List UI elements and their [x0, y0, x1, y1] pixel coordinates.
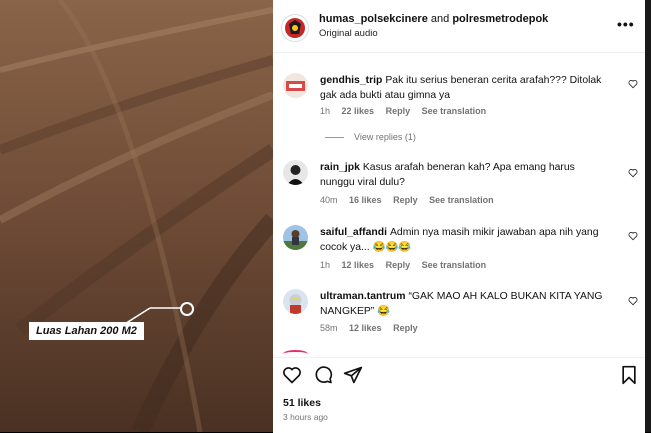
comment-username[interactable]: gendhis_trip: [320, 75, 382, 86]
reply-button[interactable]: Reply: [393, 323, 418, 333]
land-area-label: Luas Lahan 200 M2: [29, 322, 144, 340]
see-translation-link[interactable]: See translation: [422, 106, 487, 116]
like-heart-icon[interactable]: [628, 296, 638, 306]
comment-username[interactable]: rain_jpk: [320, 162, 360, 173]
comment-time: 1h: [320, 260, 331, 270]
reply-button[interactable]: Reply: [386, 106, 411, 116]
collab-username[interactable]: polresmetrodepok: [452, 13, 548, 25]
post-media[interactable]: Luas Lahan 200 M2: [0, 0, 273, 432]
share-icon[interactable]: [343, 365, 363, 385]
audio-label[interactable]: Original audio: [319, 28, 378, 39]
commenter-avatar[interactable]: [283, 73, 308, 98]
comment-text: saiful_affandi Admin nya masih mikir jawa…: [320, 225, 610, 255]
more-options-icon[interactable]: •••: [617, 16, 635, 32]
comment-username[interactable]: ultraman.tantrum: [320, 291, 405, 302]
commenter-avatar[interactable]: [283, 225, 308, 250]
view-replies-label: View replies (1): [354, 132, 416, 142]
commenter-avatar[interactable]: [283, 160, 308, 185]
soil-field-image: [0, 0, 273, 432]
comment-text: gendhis_trip Pak itu serius beneran cerit…: [320, 73, 610, 103]
comment-time: 40m: [320, 195, 338, 205]
comment-likes[interactable]: 22 likes: [342, 106, 375, 116]
comment-text: rain_jpk Kasus arafah beneran kah? Apa em…: [320, 160, 610, 190]
post-details-panel: humas_polsekcinere and polresmetrodepok …: [273, 0, 645, 433]
author-username[interactable]: humas_polsekcinere: [319, 13, 428, 25]
comment-meta: 58m 12 likes Reply: [320, 323, 427, 333]
comment-username[interactable]: saiful_affandi: [320, 227, 387, 238]
comment-meta: 1h 12 likes Reply See translation: [320, 260, 495, 270]
like-heart-icon[interactable]: [628, 168, 638, 178]
see-translation-link[interactable]: See translation: [429, 195, 494, 205]
comment-meta: 40m 16 likes Reply See translation: [320, 195, 503, 205]
comment-likes[interactable]: 12 likes: [349, 323, 382, 333]
see-translation-link[interactable]: See translation: [422, 260, 487, 270]
annotation-dot: [180, 302, 194, 316]
comment-likes[interactable]: 12 likes: [342, 260, 375, 270]
comment-time: 1h: [320, 106, 331, 116]
comment-time: 58m: [320, 323, 338, 333]
account-avatar[interactable]: [281, 14, 309, 42]
post-author-line: humas_polsekcinere and polresmetrodepok: [319, 13, 548, 25]
like-icon[interactable]: [282, 365, 302, 385]
post-actions-bar: 51 likes 3 hours ago: [273, 357, 645, 433]
comment-meta: 1h 22 likes Reply See translation: [320, 106, 495, 116]
reply-button[interactable]: Reply: [393, 195, 418, 205]
comment-likes[interactable]: 16 likes: [349, 195, 382, 205]
like-heart-icon[interactable]: [628, 231, 638, 241]
commenter-avatar[interactable]: [283, 289, 308, 314]
likes-count[interactable]: 51 likes: [283, 397, 321, 409]
reply-button[interactable]: Reply: [386, 260, 411, 270]
post-timestamp[interactable]: 3 hours ago: [283, 412, 328, 422]
scrollbar[interactable]: [645, 0, 651, 432]
post-header: humas_polsekcinere and polresmetrodepok …: [273, 0, 645, 53]
like-heart-icon[interactable]: [628, 79, 638, 89]
view-replies-toggle[interactable]: View replies (1): [325, 132, 416, 142]
replies-divider: [325, 137, 344, 139]
bookmark-icon[interactable]: [620, 365, 638, 385]
and-connector: and: [430, 13, 450, 25]
comment-icon[interactable]: [313, 365, 333, 385]
comment-text: ultraman.tantrum “GAK MAO AH KALO BUKAN K…: [320, 289, 610, 319]
